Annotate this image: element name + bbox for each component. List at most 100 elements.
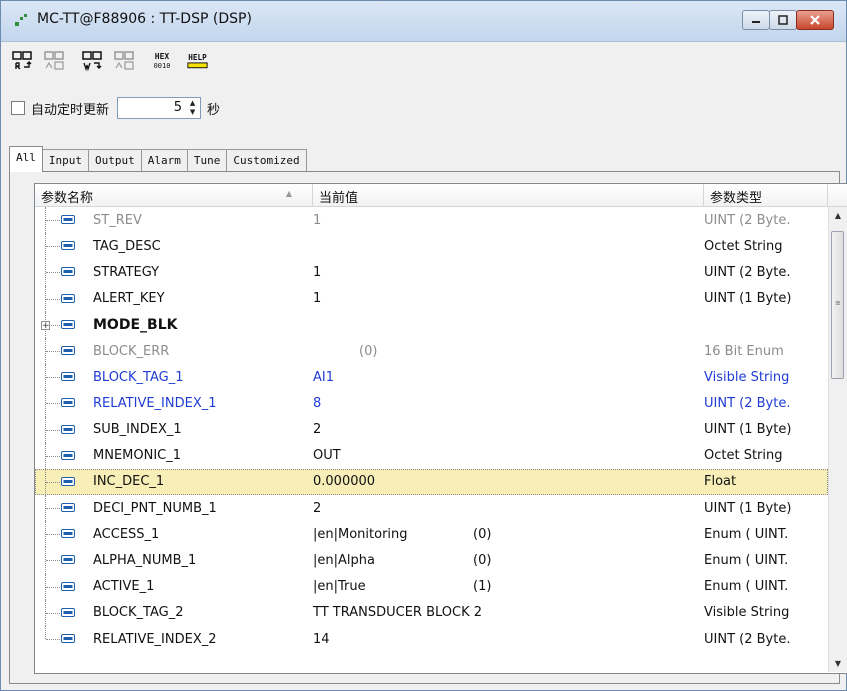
param-name: MODE_BLK: [93, 316, 178, 333]
table-row[interactable]: STRATEGY 1 UINT (2 Byte.: [35, 259, 828, 286]
table-row[interactable]: RELATIVE_INDEX_2 14 UINT (2 Byte.: [35, 626, 828, 652]
spin-down-icon[interactable]: ▼: [186, 108, 199, 117]
column-header-value[interactable]: 当前值: [313, 184, 704, 206]
param-name-cell[interactable]: RELATIVE_INDEX_1: [35, 390, 313, 417]
param-name-cell[interactable]: MNEMONIC_1: [35, 442, 313, 469]
param-value-cell[interactable]: |en|Monitoring (0): [313, 527, 704, 542]
param-name-cell[interactable]: BLOCK_ERR: [35, 337, 313, 365]
table-row[interactable]: DECI_PNT_NUMB_1 2 UINT (1 Byte): [35, 495, 828, 522]
param-value-cell[interactable]: (0): [313, 344, 704, 359]
spin-up-icon[interactable]: ▲: [186, 99, 199, 108]
param-name-cell[interactable]: ALPHA_NUMB_1: [35, 547, 313, 574]
table-row[interactable]: TAG_DESC Octet String: [35, 233, 828, 260]
tab-tune[interactable]: Tune: [186, 149, 228, 172]
param-name-cell[interactable]: RELATIVE_INDEX_2: [35, 626, 313, 652]
param-name-cell[interactable]: BLOCK_TAG_2: [35, 599, 313, 626]
scroll-up-icon[interactable]: ▲: [829, 207, 847, 224]
interval-value[interactable]: 5: [174, 100, 182, 115]
tree-branch: [46, 429, 60, 431]
write-all-icon: [113, 51, 134, 70]
table-row[interactable]: RELATIVE_INDEX_1 8 UINT (2 Byte.: [35, 390, 828, 417]
param-name: ALPHA_NUMB_1: [93, 553, 197, 569]
param-value-cell[interactable]: 2: [313, 422, 704, 437]
write-all-button[interactable]: [111, 49, 136, 73]
interval-spinbox[interactable]: 5 ▲ ▼: [117, 97, 202, 119]
param-value-cell[interactable]: 1: [313, 291, 704, 306]
table-row[interactable]: ALPHA_NUMB_1 |en|Alpha (0) Enum ( UINT.: [35, 547, 828, 574]
param-name: SUB_INDEX_1: [93, 422, 182, 438]
column-header-name-label: 参数名称: [41, 191, 94, 206]
svg-text:0010: 0010: [153, 62, 170, 70]
table-row[interactable]: ALERT_KEY 1 UINT (1 Byte): [35, 285, 828, 312]
param-name-cell[interactable]: SUB_INDEX_1: [35, 416, 313, 443]
sort-ascending-icon: ▲: [285, 189, 292, 198]
param-value-cell[interactable]: TT TRANSDUCER BLOCK 2: [313, 605, 704, 620]
auto-update-row: 自动定时更新 5 ▲ ▼ 秒: [11, 96, 220, 120]
read-all-button[interactable]: [41, 49, 66, 73]
param-name-cell[interactable]: BLOCK_TAG_1: [35, 364, 313, 391]
hex-button[interactable]: HEX 0010: [149, 49, 174, 73]
read-button[interactable]: [9, 49, 34, 73]
title-bar[interactable]: MC-TT@F88906 : TT-DSP (DSP): [1, 1, 846, 42]
table-row[interactable]: ACCESS_1 |en|Monitoring (0) Enum ( UINT.: [35, 521, 828, 548]
table-row[interactable]: BLOCK_TAG_2 TT TRANSDUCER BLOCK 2 Visible …: [35, 599, 828, 626]
param-name-cell[interactable]: TAG_DESC: [35, 233, 313, 260]
param-value-cell[interactable]: |en|Alpha (0): [313, 553, 704, 568]
param-name-cell[interactable]: STRATEGY: [35, 259, 313, 286]
column-header-name[interactable]: 参数名称 ▲: [35, 184, 313, 206]
tab-alarm[interactable]: Alarm: [140, 149, 188, 172]
write-button[interactable]: [79, 49, 104, 73]
column-header-type[interactable]: 参数类型: [704, 184, 828, 206]
table-row[interactable]: INC_DEC_1 0.000000 Float: [35, 468, 828, 496]
param-value-cell[interactable]: 8: [313, 396, 704, 411]
close-button[interactable]: [796, 10, 834, 30]
param-value-code: (1): [473, 579, 492, 595]
param-value-cell[interactable]: 14: [313, 632, 704, 647]
param-type-cell: Enum ( UINT.: [704, 579, 789, 595]
param-name-cell[interactable]: + MODE_BLK: [35, 311, 313, 338]
param-value-cell[interactable]: 0.000000: [313, 474, 704, 489]
param-name: TAG_DESC: [93, 238, 161, 254]
param-value-cell[interactable]: |en|True (1): [313, 579, 704, 594]
param-name-cell[interactable]: ALERT_KEY: [35, 285, 313, 312]
param-name-cell[interactable]: DECI_PNT_NUMB_1: [35, 495, 313, 522]
tree-branch: [46, 455, 60, 457]
read-icon: [11, 51, 32, 70]
auto-update-checkbox[interactable]: [11, 101, 25, 115]
param-name-cell[interactable]: INC_DEC_1: [35, 468, 313, 496]
expand-icon[interactable]: +: [41, 320, 50, 330]
grid-header: 参数名称 ▲ 当前值 参数类型: [35, 184, 847, 207]
maximize-button[interactable]: [769, 10, 797, 30]
param-value-cell[interactable]: 1: [313, 213, 704, 228]
minimize-icon: [752, 21, 760, 23]
param-value-cell[interactable]: AI1: [313, 370, 704, 385]
param-name-cell[interactable]: ACCESS_1: [35, 521, 313, 548]
tab-customized[interactable]: Customized: [226, 149, 307, 172]
vertical-scrollbar[interactable]: ▲ ≡ ▼: [828, 207, 847, 672]
table-row[interactable]: ACTIVE_1 |en|True (1) Enum ( UINT.: [35, 573, 828, 600]
param-name: MNEMONIC_1: [93, 448, 182, 464]
table-row[interactable]: SUB_INDEX_1 2 UINT (1 Byte): [35, 416, 828, 443]
auto-update-label: 自动定时更新: [31, 102, 110, 118]
table-row[interactable]: MNEMONIC_1 OUT Octet String: [35, 442, 828, 469]
param-type-cell: Visible String: [704, 605, 790, 621]
table-row[interactable]: + MODE_BLK: [35, 311, 828, 338]
scroll-down-icon[interactable]: ▼: [829, 655, 847, 672]
param-name-cell[interactable]: ACTIVE_1: [35, 573, 313, 600]
table-row[interactable]: BLOCK_ERR (0) 16 Bit Enum: [35, 337, 828, 365]
param-value-code: (0): [359, 343, 378, 359]
table-row[interactable]: ST_REV 1 UINT (2 Byte.: [35, 207, 828, 234]
parameter-icon: [61, 503, 75, 513]
scroll-thumb[interactable]: ≡: [831, 231, 844, 379]
param-value-cell[interactable]: 2: [313, 501, 704, 516]
minimize-button[interactable]: [742, 10, 770, 30]
tab-input[interactable]: Input: [41, 149, 89, 172]
param-value-cell[interactable]: OUT: [313, 448, 704, 463]
help-icon: HELP: [187, 53, 208, 69]
help-button[interactable]: HELP: [185, 49, 210, 73]
param-name-cell[interactable]: ST_REV: [35, 207, 313, 234]
tab-all[interactable]: All: [9, 146, 43, 172]
tab-output[interactable]: Output: [88, 149, 142, 172]
table-row[interactable]: BLOCK_TAG_1 AI1 Visible String: [35, 364, 828, 391]
param-value-cell[interactable]: 1: [313, 265, 704, 280]
